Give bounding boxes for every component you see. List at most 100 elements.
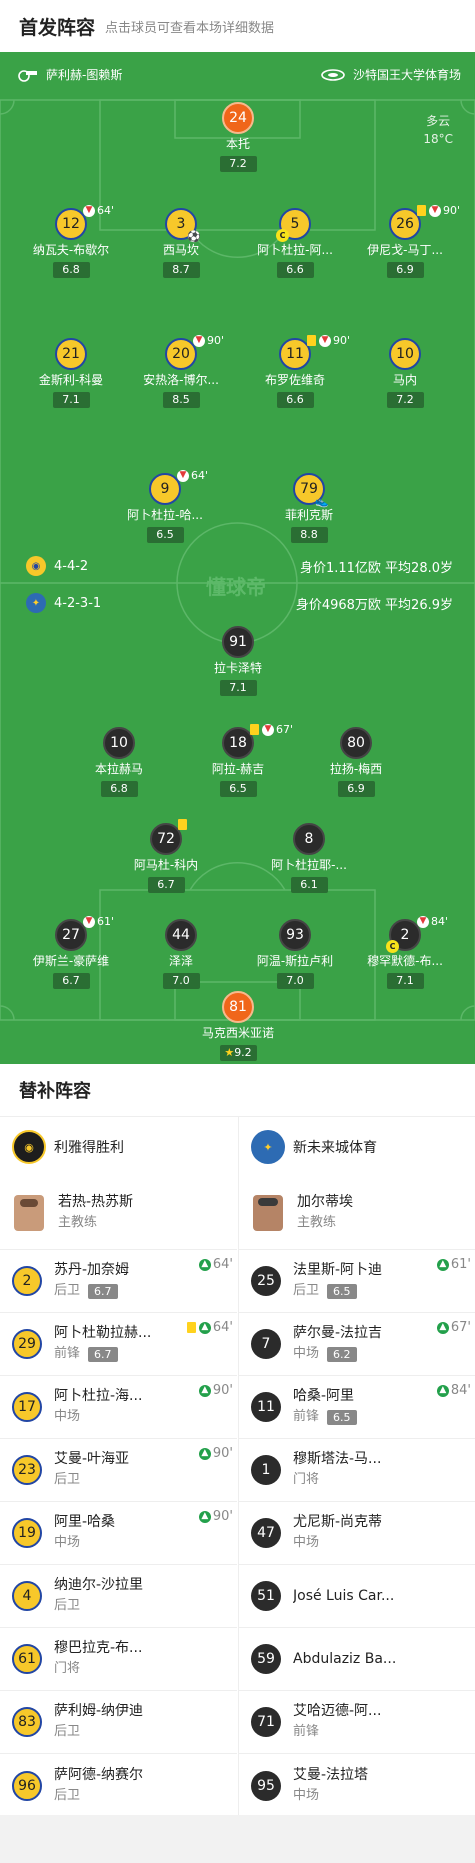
player-home-10[interactable]: 10 马内 7.2 bbox=[350, 338, 460, 408]
sub-position: 前锋 bbox=[293, 1724, 320, 1739]
sub-on-icon: ▲ bbox=[198, 1510, 211, 1523]
sub-row[interactable]: 59 Abdulaziz Ba... bbox=[239, 1628, 475, 1691]
away-subs: ✦ 新未来城体育 加尔蒂埃 主教练 25 法里斯-阿卜迪 后卫 6.5 ▲ 61' 7 … bbox=[238, 1117, 475, 1815]
home-team-row[interactable]: ◉ 利雅得胜利 bbox=[0, 1117, 237, 1177]
sub-row[interactable]: 47 尤尼斯-尚克蒂 中场 bbox=[239, 1502, 475, 1565]
sub-time: ▲ 67' bbox=[436, 1320, 471, 1335]
player-away-72[interactable]: 72 阿马杜-科内 6.7 bbox=[111, 819, 221, 893]
player-home-9[interactable]: 9 ▼ 64' 阿卜杜拉-哈... 6.5 bbox=[110, 469, 220, 543]
player-home-3[interactable]: 3 ⚽ 西马坎 8.7 bbox=[126, 208, 236, 278]
sub-number: 1 bbox=[251, 1455, 281, 1485]
referee-name: 萨利赫-图赖斯 bbox=[46, 68, 123, 82]
sub-row[interactable]: 19 阿里-哈桑 中场 ▲ 90' bbox=[0, 1502, 237, 1565]
player-number: 80 bbox=[340, 727, 372, 759]
player-home-21[interactable]: 21 金斯利-科曼 7.1 bbox=[16, 338, 126, 408]
sub-number: 51 bbox=[251, 1581, 281, 1611]
sub-name: 阿里-哈桑 bbox=[54, 1514, 116, 1530]
sub-row[interactable]: 4 纳迪尔-沙拉里 后卫 bbox=[0, 1565, 237, 1628]
sub-row[interactable]: 11 哈桑-阿里 前锋 6.5 ▲ 84' bbox=[239, 1376, 475, 1439]
player-number: 12 ▼ 64' bbox=[55, 204, 114, 240]
player-number: 11 ▼ 90' bbox=[279, 334, 350, 370]
goal-ball-icon: ⚽ bbox=[187, 230, 201, 243]
player-away-8[interactable]: 8 阿卜杜拉耶-... 6.1 bbox=[254, 823, 364, 893]
sub-name: 艾曼-法拉塔 bbox=[293, 1766, 369, 1783]
sub-row[interactable]: 2 苏丹-加奈姆 后卫 6.7 ▲ 64' bbox=[0, 1250, 237, 1313]
sub-row[interactable]: 61 穆巴拉克-布... 门将 bbox=[0, 1628, 237, 1691]
sub-row[interactable]: 7 萨尔曼-法拉吉 中场 6.2 ▲ 67' bbox=[239, 1313, 475, 1376]
subs-title: 替补阵容 bbox=[0, 1064, 475, 1117]
player-home-12[interactable]: 12 ▼ 64' 纳瓦夫-布歇尔 6.8 bbox=[16, 204, 126, 278]
away-team-row[interactable]: ✦ 新未来城体育 bbox=[239, 1117, 475, 1177]
player-away-2[interactable]: 2C ▼ 84' 穆罕默德-布... 7.1 bbox=[350, 915, 460, 989]
sub-row[interactable]: 83 萨利姆-纳伊迪 后卫 bbox=[0, 1691, 237, 1754]
weather-condition: 多云 bbox=[426, 114, 451, 128]
sub-off-icon: ▼ bbox=[83, 204, 95, 217]
home-team-logo-icon: ◉ bbox=[12, 1130, 46, 1164]
coach-name: 若热-热苏斯 bbox=[58, 1194, 134, 1210]
player-name: 阿卜杜拉耶-... bbox=[271, 858, 347, 872]
player-number: 27 ▼ 61' bbox=[55, 915, 114, 951]
coach-name: 加尔蒂埃 bbox=[297, 1194, 353, 1210]
player-rating: 6.1 bbox=[290, 877, 328, 893]
home-coach[interactable]: 若热-热苏斯 主教练 bbox=[0, 1177, 237, 1250]
sub-number: 95 bbox=[251, 1770, 281, 1801]
venue-name: 沙特国王大学体育场 bbox=[352, 68, 461, 82]
sub-number: 96 bbox=[12, 1770, 42, 1801]
sub-row[interactable]: 51 José Luis Car... bbox=[239, 1565, 475, 1628]
sub-number: 25 bbox=[251, 1266, 281, 1296]
player-number: 10 bbox=[389, 338, 421, 370]
player-home-26[interactable]: 26 ▼ 90' 伊尼戈-马丁... 6.9 bbox=[350, 204, 460, 278]
player-name: 安热洛-博尔... bbox=[143, 373, 219, 387]
player-away-10[interactable]: 10 本拉赫马 6.8 bbox=[64, 727, 174, 797]
player-name: 菲利克斯 bbox=[284, 508, 333, 522]
player-home-20[interactable]: 20 ▼ 90' 安热洛-博尔... 8.5 bbox=[126, 334, 236, 408]
away-team-name: 新未来城体育 bbox=[293, 1140, 377, 1156]
sub-position: 后卫 bbox=[54, 1472, 81, 1487]
player-away-93[interactable]: 93 阿温-斯拉卢利 7.0 bbox=[240, 919, 350, 989]
coach-role: 主教练 bbox=[58, 1215, 98, 1230]
sub-time: ▲ 64' bbox=[198, 1257, 233, 1272]
sub-row[interactable]: 95 艾曼-法拉塔 中场 bbox=[239, 1754, 475, 1817]
away-team-logo-icon: ✦ bbox=[26, 593, 46, 613]
sub-number: 4 bbox=[12, 1581, 42, 1611]
player-rating: 7.1 bbox=[52, 392, 90, 408]
player-rating: 6.9 bbox=[386, 262, 424, 278]
player-rating: 7.2 bbox=[219, 156, 257, 172]
player-away-18[interactable]: 18 ▼ 67' 阿拉-赫吉 6.5 bbox=[183, 723, 293, 797]
sub-row[interactable]: 71 艾哈迈德-阿... 前锋 bbox=[239, 1691, 475, 1754]
sub-position: 后卫 bbox=[54, 1598, 81, 1613]
sub-row[interactable]: 1 穆斯塔法-马... 门将 bbox=[239, 1439, 475, 1502]
player-name: 阿温-斯拉卢利 bbox=[256, 954, 334, 968]
lineup-hint: 点击球员可查看本场详细数据 bbox=[105, 20, 275, 36]
player-away-91[interactable]: 91 拉卡泽特 7.1 bbox=[183, 626, 293, 696]
player-home-5[interactable]: 5C 阿卜杜拉-阿... 6.6 bbox=[240, 208, 350, 278]
sub-position: 中场 bbox=[293, 1535, 320, 1550]
sub-row[interactable]: 29 阿卜杜勒拉赫... 前锋 6.7 ▲ 64' bbox=[0, 1313, 237, 1376]
sub-name: 苏丹-加奈姆 bbox=[54, 1262, 130, 1278]
player-home-gk[interactable]: 24 本托 7.2 bbox=[183, 102, 293, 172]
player-home-11[interactable]: 11 ▼ 90' 布罗佐维奇 6.6 bbox=[240, 334, 350, 408]
player-rating: 6.8 bbox=[100, 781, 138, 797]
sub-number: 47 bbox=[251, 1518, 281, 1548]
away-coach[interactable]: 加尔蒂埃 主教练 bbox=[239, 1177, 475, 1250]
sub-row[interactable]: 96 萨阿德-纳赛尔 后卫 bbox=[0, 1754, 237, 1817]
player-number: 3 ⚽ bbox=[165, 208, 201, 243]
player-rating: 7.0 bbox=[162, 973, 200, 989]
sub-row[interactable]: 17 阿卜杜拉-海... 中场 ▲ 90' bbox=[0, 1376, 237, 1439]
player-away-gk[interactable]: 81 马克西米亚诺 ★9.2 bbox=[183, 991, 293, 1061]
sub-row[interactable]: 23 艾曼-叶海亚 后卫 ▲ 90' bbox=[0, 1439, 237, 1502]
sub-off-icon: ▼ bbox=[83, 915, 95, 928]
player-away-44[interactable]: 44 泽泽 7.0 bbox=[126, 919, 236, 989]
player-away-80[interactable]: 80 拉扬-梅西 6.9 bbox=[301, 727, 411, 797]
sub-name: 阿卜杜拉-海... bbox=[54, 1388, 143, 1404]
weather-temp: 18°C bbox=[423, 132, 453, 146]
player-number: 44 bbox=[165, 919, 197, 951]
player-home-79[interactable]: 79 👟 菲利克斯 8.8 bbox=[254, 473, 364, 543]
sub-number: 2 bbox=[12, 1266, 42, 1296]
player-name: 阿卜杜拉-哈... bbox=[127, 508, 203, 522]
away-team-value: 身价4968万欧 平均26.9岁 bbox=[295, 598, 453, 613]
sub-number: 17 bbox=[12, 1392, 42, 1422]
player-away-27[interactable]: 27 ▼ 61' 伊斯兰-豪萨维 6.7 bbox=[16, 915, 126, 989]
player-rating: 7.0 bbox=[276, 973, 314, 989]
sub-row[interactable]: 25 法里斯-阿卜迪 后卫 6.5 ▲ 61' bbox=[239, 1250, 475, 1313]
